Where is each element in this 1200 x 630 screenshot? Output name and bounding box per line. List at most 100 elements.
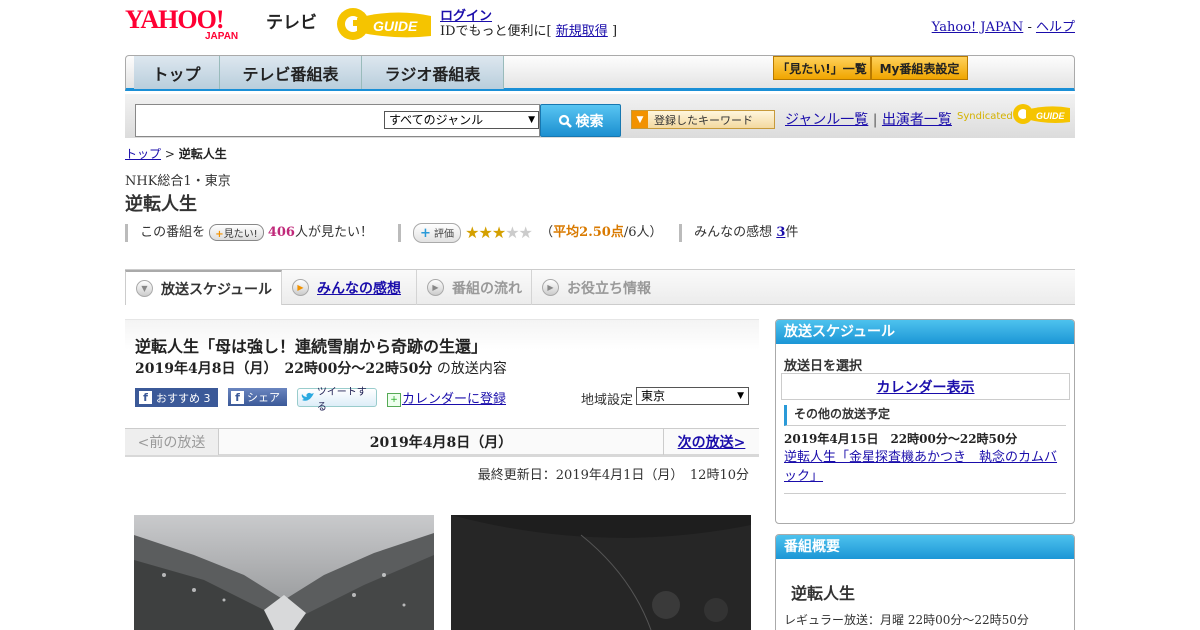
- dropdown-arrow-icon: ▼: [528, 115, 535, 125]
- region-select[interactable]: 東京 ▼: [636, 387, 749, 405]
- dropdown-arrow-icon: ▼: [737, 391, 744, 401]
- svg-text:JAPAN: JAPAN: [205, 31, 238, 40]
- my-schedule-settings-button[interactable]: My番組表設定: [871, 56, 968, 80]
- rating-average: 平均2.50点: [553, 225, 624, 240]
- region-label: 地域設定: [581, 393, 634, 408]
- svg-text:YAHOO!: YAHOO!: [125, 6, 224, 34]
- yahoo-japan-link[interactable]: Yahoo! JAPAN: [932, 20, 1024, 35]
- nav-tab-radio-schedule[interactable]: ラジオ番組表: [362, 56, 504, 89]
- star-half-icon: ★: [491, 223, 506, 242]
- kanso-suffix: 件: [785, 225, 799, 240]
- episode-date-suffix: の放送内容: [436, 361, 507, 377]
- login-prompt: IDでもっと便利に[ 新規取得 ]: [440, 20, 617, 39]
- genre-select[interactable]: すべてのジャンル ▼: [384, 111, 539, 129]
- select-date-label: 放送日を選択: [784, 359, 863, 374]
- sidebar-outline: 番組概要 逆転人生 レギュラー放送：月曜 22時00分～22時50分: [775, 534, 1075, 630]
- star-empty-icon: ★: [505, 223, 519, 242]
- g-guide-small-logo: GUIDE: [1013, 104, 1070, 124]
- episode-image-snowy-valley[interactable]: [134, 515, 434, 630]
- tab-label: みんなの感想: [317, 280, 401, 297]
- help-link[interactable]: ヘルプ: [1036, 20, 1075, 35]
- registered-keyword-label: 登録したキーワード: [654, 113, 753, 127]
- next-broadcast-button[interactable]: 次の放送>: [663, 429, 759, 455]
- tab-label: お役立ち情報: [567, 280, 651, 297]
- mitai-button[interactable]: +見たい!: [209, 224, 264, 241]
- search-icon: [558, 114, 572, 128]
- chevron-right-icon: ▶: [542, 279, 559, 296]
- facebook-icon: f: [139, 391, 152, 404]
- syndicated-label: Syndicated: [957, 111, 1013, 122]
- other-broadcast-item: 逆転人生「金星探査機あかつき 執念のカムバック」: [784, 448, 1068, 486]
- episode-title: 逆転人生「母は強し！連続雪崩から奇跡の生還」: [135, 337, 488, 356]
- program-tabs: ▼ 放送スケジュール ▶ みんなの感想 ▶ 番組の流れ ▶ お役立ち情報: [125, 269, 1075, 305]
- search-button-label: 検索: [575, 113, 604, 130]
- tab-reviews[interactable]: ▶ みんなの感想: [282, 270, 417, 305]
- performer-list-link[interactable]: 出演者一覧: [882, 112, 952, 128]
- facebook-recommend-label: おすすめ 3: [156, 391, 211, 405]
- program-stats: この番組を +見たい! 406人が見たい！ + 評価 ★★★★★ （平均2.50…: [125, 221, 825, 243]
- divider: [784, 493, 1066, 494]
- sidebar-outline-title: 番組概要: [776, 535, 1074, 559]
- top-right-links: Yahoo! JAPAN - ヘルプ: [932, 16, 1075, 35]
- calendar-view-link[interactable]: カレンダー表示: [877, 377, 975, 397]
- other-broadcast-date: 2019年4月15日 22時00分～22時50分: [784, 432, 1018, 446]
- stat-divider: [125, 223, 128, 242]
- episode-datetime: 2019年4月8日（月） 22時00分～22時50分: [135, 361, 433, 377]
- dropdown-triangle-icon: ▼: [632, 111, 648, 128]
- other-broadcasts-heading: その他の放送予定: [784, 405, 1066, 426]
- mitai-count: 406: [267, 225, 295, 240]
- stat-divider: [397, 223, 401, 242]
- nav-tab-tv-schedule[interactable]: テレビ番組表: [220, 56, 362, 89]
- chevron-right-icon: ▶: [427, 279, 444, 296]
- mitai-prefix: この番組を: [140, 225, 206, 240]
- breadcrumb-separator: >: [164, 147, 175, 161]
- kanso-prefix: みんなの感想: [694, 225, 773, 240]
- channel-name: NHK総合1・東京: [125, 174, 231, 189]
- mitai-suffix: 人が見たい！: [294, 225, 373, 240]
- yahoo-japan-logo[interactable]: YAHOO! JAPAN: [125, 6, 261, 40]
- g-guide-logo[interactable]: GUIDE: [335, 6, 435, 42]
- facebook-share-button[interactable]: f シェア: [228, 388, 287, 406]
- sidebar-schedule-title: 放送スケジュール: [776, 320, 1074, 344]
- genre-select-value: すべてのジャンル: [389, 113, 484, 127]
- rating-open: （: [540, 225, 554, 240]
- svg-text:GUIDE: GUIDE: [373, 18, 418, 34]
- tab-label: 放送スケジュール: [161, 281, 273, 298]
- outline-regular-schedule: レギュラー放送：月曜 22時00分～22時50分: [784, 613, 1029, 627]
- calendar-plus-icon: +: [387, 392, 401, 407]
- stat-divider: [679, 223, 683, 242]
- facebook-recommend-button[interactable]: f おすすめ 3: [135, 388, 218, 407]
- episode-image-dark-scene[interactable]: [451, 515, 751, 630]
- rating-people: /6人）: [623, 225, 663, 240]
- other-broadcast-link[interactable]: 逆転人生「金星探査機あかつき 執念のカムバック」: [784, 450, 1057, 484]
- calendar-add: + カレンダーに登録: [387, 388, 506, 407]
- tweet-button[interactable]: ツイートする: [297, 387, 377, 413]
- genre-list-link[interactable]: ジャンル一覧: [785, 112, 868, 128]
- search-button[interactable]: 検索: [540, 104, 621, 137]
- tab-program-flow: ▶ 番組の流れ: [417, 270, 532, 305]
- tab-label: 番組の流れ: [452, 280, 522, 297]
- episode-date: 2019年4月8日（月） 22時00分～22時50分 の放送内容: [135, 358, 507, 378]
- tv-label: テレビ: [266, 13, 317, 33]
- outline-program-title: 逆転人生: [791, 584, 856, 603]
- next-broadcast-link[interactable]: 次の放送>: [678, 432, 746, 452]
- calendar-view-button[interactable]: カレンダー表示: [781, 373, 1070, 400]
- star-icon: ★: [465, 223, 479, 242]
- main-nav: トップ テレビ番組表 ラジオ番組表 「見たい!」一覧 My番組表設定: [125, 55, 1075, 91]
- prev-broadcast-button: <前の放送: [125, 429, 219, 455]
- mitai-button-label: 見たい!: [223, 229, 258, 240]
- breadcrumb-top-link[interactable]: トップ: [125, 147, 161, 161]
- twitter-bird-icon: [301, 392, 314, 401]
- tab-broadcast-schedule[interactable]: ▼ 放送スケジュール: [125, 270, 282, 305]
- mitai-list-button[interactable]: 「見たい!」一覧: [773, 56, 871, 80]
- registered-keyword-button[interactable]: ▼ 登録したキーワード: [631, 110, 775, 129]
- nav-tab-top[interactable]: トップ: [134, 56, 220, 89]
- rate-button[interactable]: + 評価: [412, 222, 462, 243]
- plus-icon: +: [215, 229, 224, 240]
- page-title: 逆転人生: [125, 194, 197, 215]
- signup-link[interactable]: 新規取得: [556, 24, 608, 39]
- calendar-add-link[interactable]: カレンダーに登録: [402, 392, 506, 407]
- star-empty-icon: ★: [518, 223, 533, 242]
- star-rating: ★★★★★: [465, 223, 533, 242]
- facebook-icon: f: [231, 390, 244, 404]
